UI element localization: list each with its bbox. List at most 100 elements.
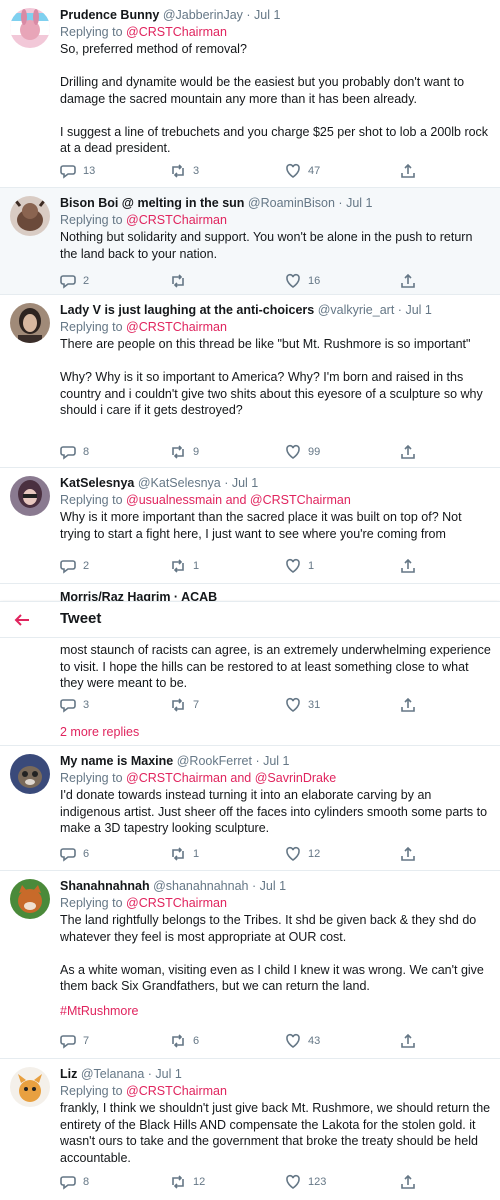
- author-name[interactable]: Bison Boi @ melting in the sun: [60, 196, 244, 210]
- like-button[interactable]: 123: [285, 1174, 326, 1190]
- mention-link[interactable]: @CRSTChairman: [126, 25, 227, 39]
- author-handle[interactable]: @Telanana: [81, 1067, 144, 1081]
- author-name[interactable]: Lady V is just laughing at the anti-choi…: [60, 303, 314, 317]
- author-name[interactable]: Morris/Raz Hagrim · ACAB: [60, 590, 217, 601]
- share-button[interactable]: [400, 1174, 416, 1190]
- tweet-actions: 2 1 1: [60, 558, 500, 576]
- share-button[interactable]: [400, 846, 416, 862]
- author-handle[interactable]: @RookFerret: [177, 754, 252, 768]
- reply-button[interactable]: 8: [60, 444, 89, 460]
- tweet-date[interactable]: Jul 1: [346, 196, 372, 210]
- reply-button[interactable]: 2: [60, 558, 89, 574]
- avatar[interactable]: [10, 476, 50, 516]
- heart-icon: [286, 444, 300, 459]
- tweet-date[interactable]: Jul 1: [155, 1067, 181, 1081]
- author-handle[interactable]: @shanahnahnah: [153, 879, 248, 893]
- reply-icon: [60, 848, 76, 862]
- avatar[interactable]: [10, 1067, 50, 1107]
- mention-link[interactable]: @CRSTChairman: [126, 896, 227, 910]
- like-button[interactable]: 16: [285, 273, 320, 289]
- share-button[interactable]: [400, 163, 416, 179]
- tweet-actions: 13 3 47: [60, 163, 500, 181]
- reply-icon: [60, 699, 76, 713]
- replying-to: Replying to @CRSTChairman: [60, 25, 227, 39]
- tweet[interactable]: KatSelesnya @KatSelesnya · Jul 1 Replyin…: [0, 468, 500, 584]
- tweet-text: most staunch of racists can agree, is an…: [60, 643, 491, 690]
- tweet-date[interactable]: Jul 1: [254, 8, 280, 22]
- like-button[interactable]: 31: [285, 697, 320, 713]
- tweet-text: There are people on this thread be like …: [60, 337, 483, 417]
- author-name[interactable]: Prudence Bunny: [60, 8, 159, 22]
- reply-icon: [60, 560, 76, 574]
- author-handle[interactable]: @KatSelesnya: [138, 476, 221, 490]
- tweet-date[interactable]: Jul 1: [232, 476, 258, 490]
- tweet[interactable]: Prudence Bunny @JabberinJay · Jul 1 Repl…: [0, 0, 500, 188]
- retweet-icon: [172, 164, 184, 178]
- back-arrow-icon[interactable]: [12, 610, 32, 630]
- avatar[interactable]: [10, 196, 50, 236]
- tweet-actions: 8 9 99: [60, 444, 500, 462]
- avatar[interactable]: [10, 8, 50, 48]
- tweet[interactable]: Liz @Telanana · Jul 1 Replying to @CRSTC…: [0, 1059, 500, 1200]
- retweet-button[interactable]: 1: [170, 558, 199, 574]
- retweet-button[interactable]: 7: [170, 697, 199, 713]
- share-icon: [401, 1033, 415, 1048]
- heart-icon: [286, 846, 300, 861]
- retweet-button[interactable]: 3: [170, 163, 199, 179]
- tweet-date[interactable]: Jul 1: [260, 879, 286, 893]
- like-button[interactable]: 1: [285, 558, 314, 574]
- share-button[interactable]: [400, 273, 416, 289]
- author-name[interactable]: KatSelesnya: [60, 476, 134, 490]
- like-button[interactable]: 47: [285, 163, 320, 179]
- share-icon: [401, 558, 415, 573]
- like-button[interactable]: 12: [285, 846, 320, 862]
- retweet-button[interactable]: 1: [170, 846, 199, 862]
- heart-icon: [286, 1174, 300, 1189]
- avatar[interactable]: [10, 754, 50, 794]
- reply-button[interactable]: 8: [60, 1174, 89, 1190]
- retweet-button[interactable]: 12: [170, 1174, 205, 1190]
- author-handle[interactable]: @RoaminBison: [248, 196, 335, 210]
- tweet-text: Nothing but solidarity and support. You …: [60, 230, 473, 261]
- tweet[interactable]: most staunch of racists can agree, is an…: [0, 638, 500, 746]
- share-button[interactable]: [400, 1033, 416, 1049]
- share-button[interactable]: [400, 697, 416, 713]
- show-more-replies-link[interactable]: 2 more replies: [60, 725, 139, 739]
- tweet[interactable]: My name is Maxine @RookFerret · Jul 1 Re…: [0, 746, 500, 871]
- author-handle[interactable]: @valkyrie_art: [318, 303, 395, 317]
- mention-link[interactable]: @usualnessmain and @CRSTChairman: [126, 493, 351, 507]
- mention-link[interactable]: @CRSTChairman: [126, 213, 227, 227]
- reply-button[interactable]: 13: [60, 163, 95, 179]
- author-name[interactable]: Liz: [60, 1067, 77, 1081]
- like-button[interactable]: 43: [285, 1033, 320, 1049]
- avatar[interactable]: [10, 879, 50, 919]
- reply-button[interactable]: 6: [60, 846, 89, 862]
- hashtag-link[interactable]: #MtRushmore: [60, 1003, 492, 1020]
- mention-link[interactable]: @CRSTChairman: [126, 320, 227, 334]
- mention-link[interactable]: @CRSTChairman: [126, 1084, 227, 1098]
- reply-button[interactable]: 2: [60, 273, 89, 289]
- tweet-date[interactable]: Jul 1: [405, 303, 431, 317]
- author-name[interactable]: Shanahnahnah: [60, 879, 150, 893]
- reply-button[interactable]: 7: [60, 1033, 89, 1049]
- share-button[interactable]: [400, 444, 416, 460]
- tweet[interactable]: Lady V is just laughing at the anti-choi…: [0, 295, 500, 468]
- avatar[interactable]: [10, 303, 50, 343]
- like-button[interactable]: 99: [285, 444, 320, 460]
- author-handle[interactable]: @JabberinJay: [163, 8, 243, 22]
- mention-link[interactable]: @CRSTChairman and @SavrinDrake: [126, 771, 336, 785]
- tweet[interactable]: Bison Boi @ melting in the sun @RoaminBi…: [0, 188, 500, 295]
- tweet-actions: 8 12 123: [60, 1174, 500, 1192]
- retweet-button[interactable]: 9: [170, 444, 199, 460]
- tweet-date[interactable]: Jul 1: [263, 754, 289, 768]
- tweet[interactable]: Shanahnahnah @shanahnahnah · Jul 1 Reply…: [0, 871, 500, 1059]
- author-name[interactable]: My name is Maxine: [60, 754, 173, 768]
- tweet-actions: 3 7 31: [60, 697, 500, 715]
- tweet-actions: 7 6 43: [60, 1033, 500, 1051]
- reply-button[interactable]: 3: [60, 697, 89, 713]
- tweet-text: frankly, I think we shouldn't just give …: [60, 1101, 491, 1165]
- retweet-button[interactable]: 6: [170, 1033, 199, 1049]
- share-button[interactable]: [400, 558, 416, 574]
- partially-hidden-tweet[interactable]: Morris/Raz Hagrim · ACAB: [0, 584, 500, 601]
- retweet-button[interactable]: [170, 273, 193, 289]
